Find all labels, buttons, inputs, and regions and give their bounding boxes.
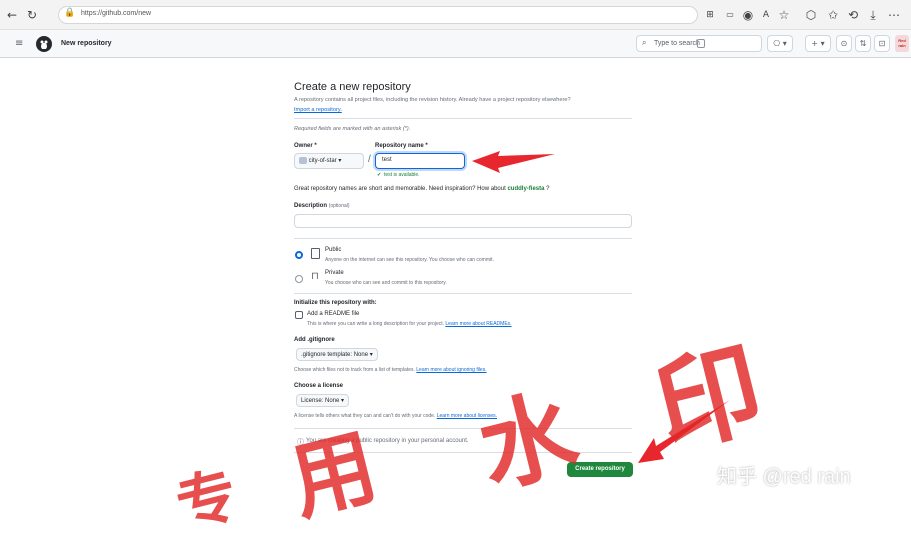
- annotation-arrow-repo-name: [472, 151, 555, 173]
- watermark-credit: 知乎 @red rain: [717, 466, 851, 488]
- annotation-overlay: [472, 151, 730, 463]
